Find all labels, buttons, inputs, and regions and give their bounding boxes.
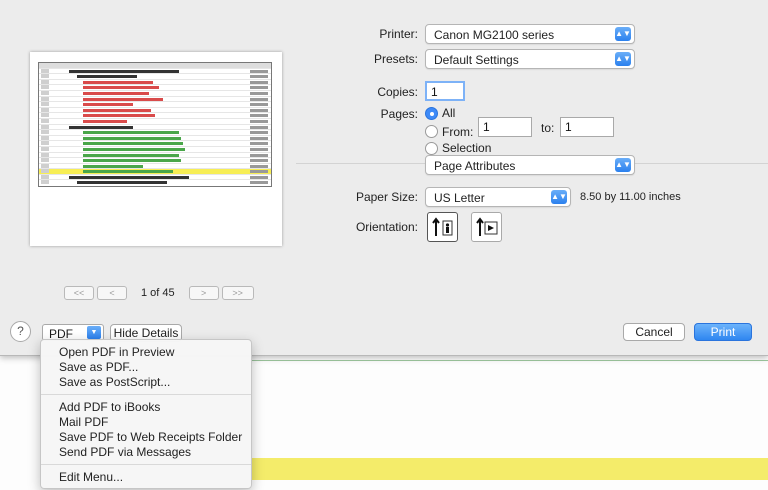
printer-value: Canon MG2100 series xyxy=(434,28,555,42)
section-popup[interactable]: Page Attributes ▲▼ xyxy=(425,155,635,175)
pages-label: Pages: xyxy=(380,107,418,121)
pdf-dropdown-menu: Open PDF in Preview Save as PDF... Save … xyxy=(40,339,252,489)
presets-value: Default Settings xyxy=(434,53,519,67)
section-popup-value: Page Attributes xyxy=(434,159,516,173)
previous-page-button[interactable]: < xyxy=(97,286,127,300)
cancel-button[interactable]: Cancel xyxy=(623,323,685,341)
portrait-orientation-icon xyxy=(431,217,452,236)
chevron-down-icon: ▼ xyxy=(87,326,101,339)
menu-item-open-pdf-preview[interactable]: Open PDF in Preview xyxy=(41,345,251,360)
pages-to-label: to: xyxy=(541,121,555,135)
landscape-orientation-icon xyxy=(475,217,497,236)
copies-field[interactable]: 1 xyxy=(425,81,465,101)
portrait-orientation-button[interactable] xyxy=(427,212,458,242)
next-page-button[interactable]: > xyxy=(188,286,219,300)
orientation-label: Orientation: xyxy=(355,220,418,234)
menu-item-save-pdf-web-receipts[interactable]: Save PDF to Web Receipts Folder xyxy=(41,430,251,445)
print-preview-page xyxy=(30,52,282,246)
pages-from-field[interactable]: 1 xyxy=(478,117,532,137)
copies-label: Copies: xyxy=(377,85,418,99)
presets-popup[interactable]: Default Settings ▲▼ xyxy=(425,49,635,69)
presets-label: Presets: xyxy=(373,52,418,66)
pages-from-radio[interactable] xyxy=(425,125,438,138)
preview-pager: << < 1 of 45 > >> xyxy=(64,286,254,300)
last-page-button[interactable]: >> xyxy=(221,286,254,300)
help-button[interactable]: ? xyxy=(10,321,31,342)
pages-selection-label: Selection xyxy=(442,141,492,155)
page-indicator: 1 of 45 xyxy=(141,287,175,299)
menu-item-send-pdf-messages[interactable]: Send PDF via Messages xyxy=(41,445,251,460)
paper-size-label: Paper Size: xyxy=(355,190,418,204)
printer-label: Printer: xyxy=(379,27,418,41)
pages-to-field[interactable]: 1 xyxy=(560,117,614,137)
preview-document-table xyxy=(38,62,272,188)
menu-item-mail-pdf[interactable]: Mail PDF xyxy=(41,415,251,430)
paper-dimensions: 8.50 by 11.00 inches xyxy=(580,191,681,203)
menu-item-save-as-postscript[interactable]: Save as PostScript... xyxy=(41,375,251,390)
landscape-orientation-button[interactable] xyxy=(471,212,502,242)
background-highlight-row xyxy=(250,458,768,480)
first-page-button[interactable]: << xyxy=(64,286,94,300)
updown-arrows-icon: ▲▼ xyxy=(615,27,631,41)
print-dialog: << < 1 of 45 > >> Printer: Canon MG2100 … xyxy=(0,0,768,356)
menu-item-add-pdf-to-ibooks[interactable]: Add PDF to iBooks xyxy=(41,400,251,415)
pages-all-label: All xyxy=(442,106,456,120)
updown-arrows-icon: ▲▼ xyxy=(615,158,631,172)
pages-all-radio[interactable] xyxy=(425,107,438,120)
print-button[interactable]: Print xyxy=(694,323,752,341)
menu-separator xyxy=(41,464,251,465)
menu-separator xyxy=(41,394,251,395)
paper-size-popup[interactable]: US Letter ▲▼ xyxy=(425,187,571,207)
printer-popup[interactable]: Canon MG2100 series ▲▼ xyxy=(425,24,635,44)
pages-selection-radio[interactable] xyxy=(425,142,438,155)
paper-size-value: US Letter xyxy=(434,191,485,205)
updown-arrows-icon: ▲▼ xyxy=(551,190,567,204)
menu-item-edit-menu[interactable]: Edit Menu... xyxy=(41,470,251,485)
menu-item-save-as-pdf[interactable]: Save as PDF... xyxy=(41,360,251,375)
background-gridline xyxy=(250,360,768,361)
pages-from-label: From: xyxy=(442,125,474,139)
updown-arrows-icon: ▲▼ xyxy=(615,52,631,66)
